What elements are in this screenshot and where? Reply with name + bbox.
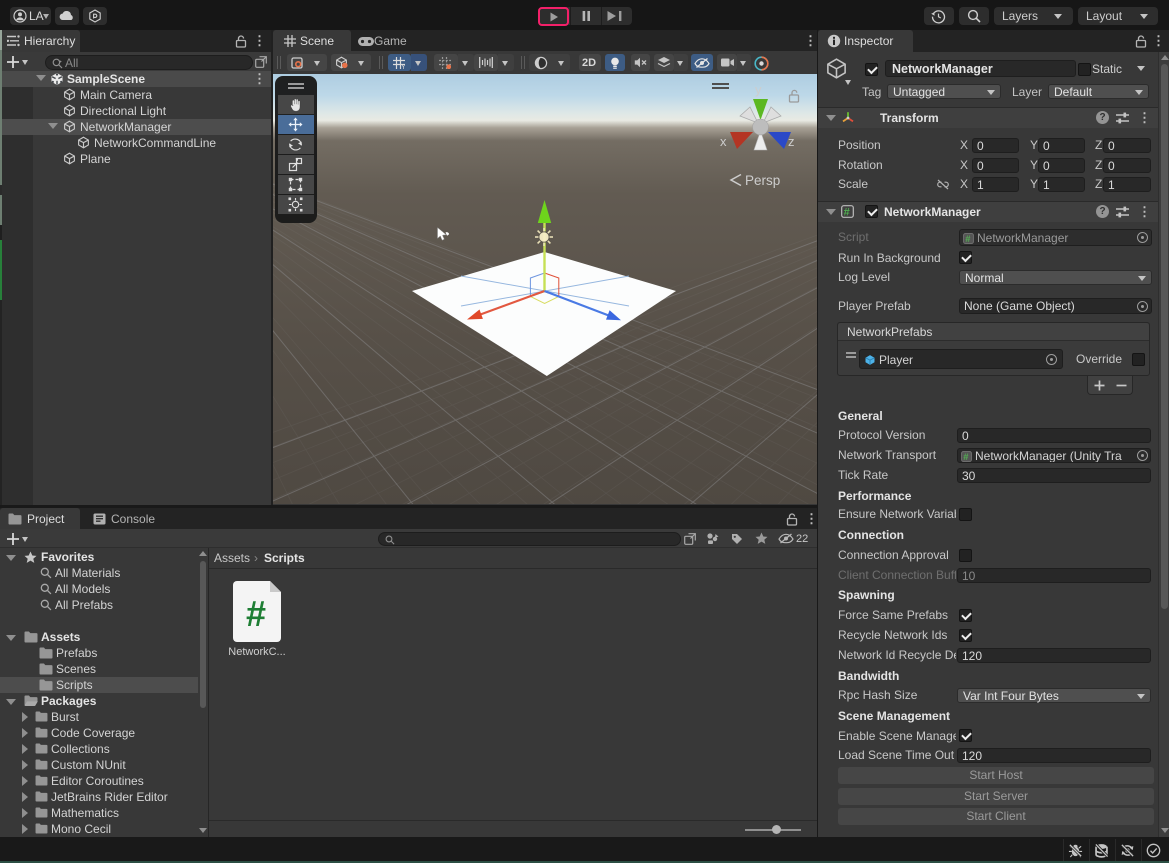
svg-text:x: x (720, 134, 727, 149)
svg-text:#: # (963, 451, 969, 461)
svg-text:#: # (844, 206, 850, 218)
svg-text:#: # (965, 233, 971, 243)
svg-text:Persp: Persp (745, 173, 780, 188)
svg-text:y: y (755, 82, 762, 97)
svg-text:Y: Y (401, 64, 405, 69)
svg-text:z: z (788, 134, 795, 149)
svg-text:#: # (246, 593, 266, 634)
